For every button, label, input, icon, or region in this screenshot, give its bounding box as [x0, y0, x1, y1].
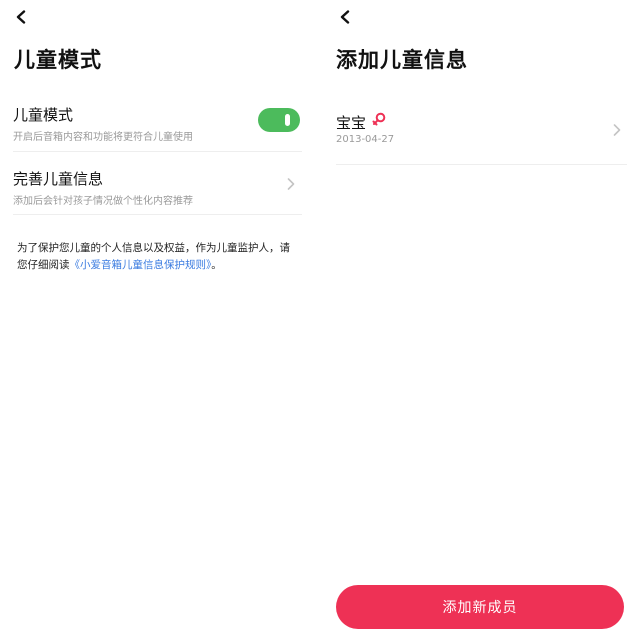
female-gender-icon — [372, 112, 386, 128]
child-birth-date: 2013-04-27 — [336, 134, 395, 145]
complete-child-info-row[interactable]: 完善儿童信息 添加后会针对孩子情况做个性化内容推荐 — [0, 168, 316, 230]
complete-child-info-title: 完善儿童信息 — [13, 170, 104, 188]
back-arrow-icon — [340, 10, 350, 24]
back-button[interactable] — [334, 6, 356, 28]
chevron-right-icon — [613, 124, 621, 136]
child-name: 宝宝 — [336, 114, 367, 132]
divider — [13, 214, 302, 215]
child-mode-title: 儿童模式 — [13, 106, 74, 124]
page-title: 儿童模式 — [14, 48, 102, 72]
privacy-notice: 为了保护您儿童的个人信息以及权益，作为儿童监护人，请您仔细阅读《小爱音箱儿童信息… — [17, 240, 297, 274]
divider — [336, 164, 627, 165]
page-title: 添加儿童信息 — [336, 48, 468, 72]
back-button[interactable] — [10, 6, 32, 28]
child-mode-toggle[interactable] — [258, 108, 300, 132]
privacy-notice-suffix: 。 — [211, 259, 222, 271]
child-list-item[interactable]: 宝宝 2013-04-27 — [324, 100, 641, 166]
complete-child-info-subtitle: 添加后会针对孩子情况做个性化内容推荐 — [13, 196, 193, 207]
divider — [13, 151, 302, 152]
toggle-knob — [285, 114, 290, 126]
add-child-info-screen: 添加儿童信息 宝宝 2013-04-27 添加新成员 — [324, 0, 641, 631]
add-new-member-button[interactable]: 添加新成员 — [336, 585, 624, 629]
back-arrow-icon — [16, 10, 26, 24]
chevron-right-icon — [287, 178, 295, 190]
child-mode-subtitle: 开启后音箱内容和功能将更符合儿童使用 — [13, 132, 193, 143]
privacy-rules-link[interactable]: 《小爱音箱儿童信息保护规则》 — [70, 259, 212, 271]
child-mode-screen: 儿童模式 儿童模式 开启后音箱内容和功能将更符合儿童使用 完善儿童信息 添加后会… — [0, 0, 316, 631]
